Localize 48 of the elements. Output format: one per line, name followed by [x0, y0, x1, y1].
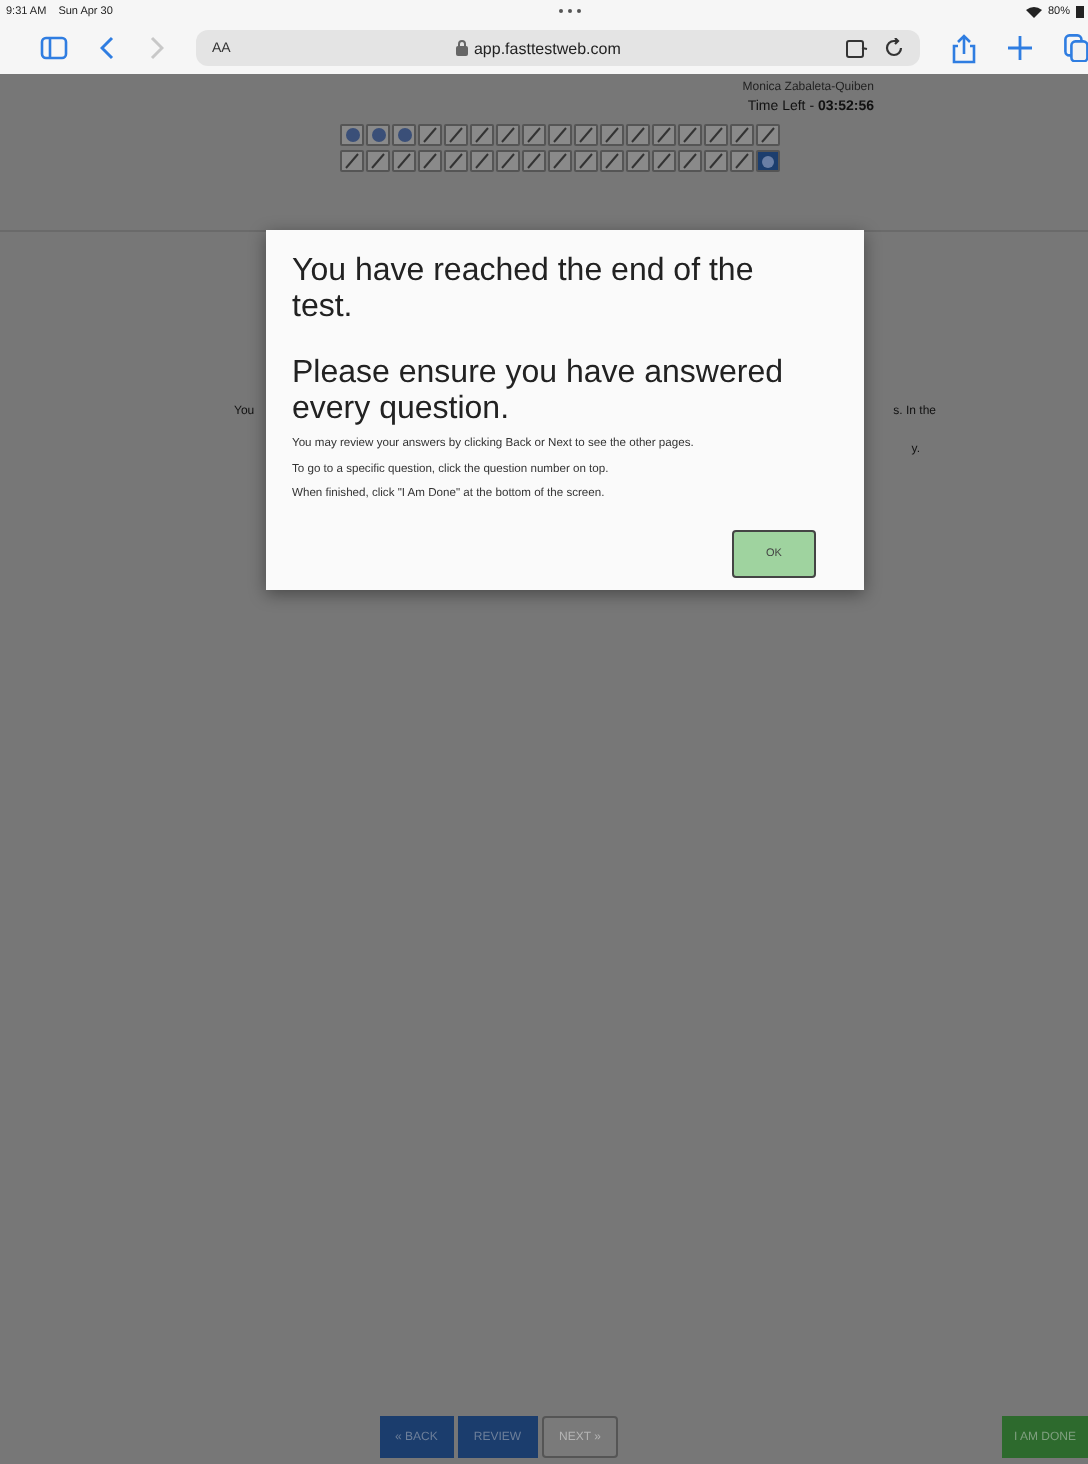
question-button[interactable] — [496, 150, 520, 172]
question-button[interactable] — [730, 124, 754, 146]
question-button[interactable] — [522, 124, 546, 146]
question-button[interactable] — [548, 124, 572, 146]
reader-icon[interactable] — [846, 39, 868, 57]
question-button[interactable] — [756, 150, 780, 172]
question-button[interactable] — [470, 150, 494, 172]
tabs-icon[interactable] — [1064, 34, 1088, 62]
question-button[interactable] — [678, 150, 702, 172]
question-button[interactable] — [340, 150, 364, 172]
question-button[interactable] — [600, 150, 624, 172]
lock-icon — [455, 40, 468, 56]
question-button[interactable] — [756, 124, 780, 146]
question-button[interactable] — [704, 124, 728, 146]
question-button[interactable] — [444, 124, 468, 146]
question-button[interactable] — [340, 124, 364, 146]
dialog-title: You have reached the end of the test. — [292, 254, 756, 327]
question-button[interactable] — [366, 124, 390, 146]
question-button[interactable] — [652, 124, 676, 146]
multitask-dots-icon — [557, 8, 582, 14]
question-button[interactable] — [704, 150, 728, 172]
new-tab-icon[interactable] — [1008, 36, 1032, 60]
question-button[interactable] — [678, 124, 702, 146]
url-text: app.fasttestweb.com — [473, 39, 621, 57]
question-button[interactable] — [652, 150, 676, 172]
back-icon[interactable] — [100, 36, 116, 60]
question-button[interactable] — [418, 150, 442, 172]
dialog-subtitle: Please ensure you have answered every question. — [292, 356, 785, 429]
question-button[interactable] — [574, 150, 598, 172]
question-button[interactable] — [522, 150, 546, 172]
share-icon[interactable] — [952, 33, 976, 63]
question-button[interactable] — [574, 124, 598, 146]
wifi-icon — [1026, 5, 1042, 17]
question-button[interactable] — [418, 124, 442, 146]
question-button[interactable] — [392, 124, 416, 146]
question-button[interactable] — [392, 150, 416, 172]
battery-icon — [1076, 5, 1085, 17]
question-button[interactable] — [444, 150, 468, 172]
question-button[interactable] — [730, 150, 754, 172]
question-button[interactable] — [548, 150, 572, 172]
question-button[interactable] — [496, 124, 520, 146]
question-button[interactable] — [626, 150, 650, 172]
question-button[interactable] — [366, 150, 390, 172]
reload-icon[interactable] — [884, 38, 904, 58]
question-button[interactable] — [470, 124, 494, 146]
sidebar-icon[interactable] — [40, 36, 68, 60]
question-button[interactable] — [600, 124, 624, 146]
question-button[interactable] — [626, 124, 650, 146]
